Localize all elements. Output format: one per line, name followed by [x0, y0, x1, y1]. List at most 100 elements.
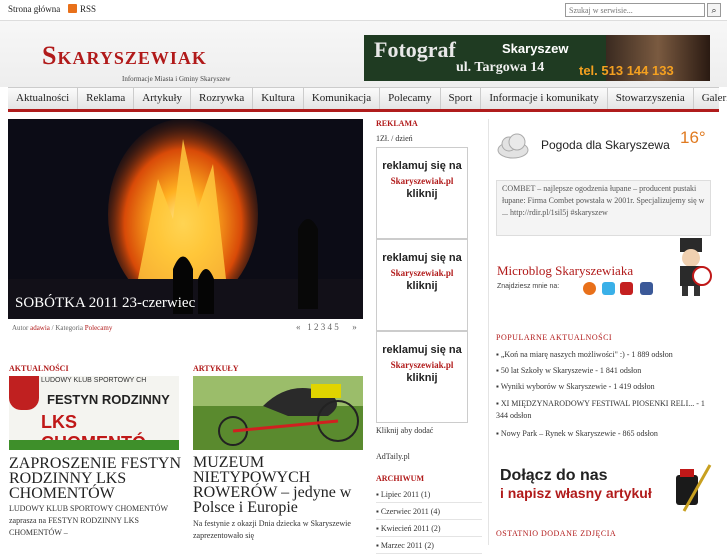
archive-item[interactable]: ▪ Czerwiec 2011 (4)	[376, 507, 482, 520]
rss-link[interactable]: RSS	[68, 4, 96, 14]
main-nav: Aktualności Reklama Artykuły Rozrywka Ku…	[8, 87, 727, 112]
featured-slider[interactable]: SOBÓTKA 2011 23-czerwiec	[8, 119, 363, 319]
pager-prev[interactable]: «	[296, 322, 301, 332]
banner-word: Fotograf	[374, 37, 456, 62]
thumb-mid: FESTYN RODZINNY	[47, 392, 170, 407]
artykuly-thumb[interactable]	[193, 376, 363, 450]
adtaily-link[interactable]: AdTaily.pl	[376, 452, 410, 461]
popular-label: Nowy Park – Rynek w Skaryszewie - 865 od…	[500, 429, 658, 438]
archive-item[interactable]: ▪ Marzec 2011 (2)	[376, 541, 482, 554]
mascot-icon	[680, 238, 712, 296]
nav-item-artykuly[interactable]: Artykuły	[134, 88, 192, 109]
ad-slot-3[interactable]: reklamuj się na Skaryszewiak.pl kliknij	[376, 331, 468, 423]
facebook-icon[interactable]	[640, 282, 653, 295]
thumb-stripe	[9, 440, 179, 450]
ad-line1: reklamuj się na	[382, 160, 462, 172]
archive-item[interactable]: ▪ Lipiec 2011 (1)	[376, 490, 482, 503]
aktualnosci-thumb[interactable]: LUDOWY KLUB SPORTOWY CH FESTYN RODZINNY …	[9, 376, 179, 450]
top-bar: Strona główna RSS ⌕	[0, 0, 727, 21]
cloud-icon	[497, 133, 529, 159]
section-reklama: REKLAMA	[376, 119, 418, 128]
banner-phone: tel. 513 144 133	[579, 63, 674, 78]
nav-item-galeria[interactable]: Galeria	[694, 88, 727, 109]
author-link[interactable]: adawia	[30, 324, 50, 332]
youtube-icon[interactable]	[620, 282, 633, 295]
category-label: Kategoria	[55, 324, 83, 332]
weather-temp: 16°	[680, 128, 706, 147]
weather-title: Pogoda dla Skaryszewa	[541, 138, 670, 152]
blip-icon[interactable]	[583, 282, 596, 295]
ad-brand: Skaryszewiak.pl	[390, 360, 454, 370]
nav-item-sport[interactable]: Sport	[441, 88, 482, 109]
archive-label: Kwiecień 2011 (2)	[380, 524, 441, 533]
search-icon: ⌕	[711, 5, 717, 15]
popular-label: Wyniki wyborów w Skaryszewie - 1 419 ods…	[500, 382, 655, 391]
banner-address: ul. Targowa 14	[456, 60, 545, 75]
microblog-title[interactable]: Microblog Skaryszewiaka	[497, 263, 633, 279]
ad-slot-2[interactable]: reklamuj się na Skaryszewiak.pl kliknij	[376, 239, 468, 331]
ad-brand: Skaryszewiak.pl	[390, 268, 454, 278]
join-line2: i napisz własny artykuł	[500, 485, 652, 501]
section-artykuly[interactable]: ARTYKUŁY	[193, 364, 239, 373]
thumb-top: LUDOWY KLUB SPORTOWY CH	[41, 377, 147, 384]
home-link[interactable]: Strona główna	[8, 4, 60, 14]
reklama-price: 1Zł. / dzień	[376, 134, 413, 143]
site-logo[interactable]: Skaryszewiak Informacje Miasta i Gminy S…	[12, 33, 262, 83]
archive-label: Lipiec 2011 (1)	[380, 490, 431, 499]
pager-next[interactable]: »	[352, 322, 357, 332]
category-link[interactable]: Polecamy	[85, 324, 113, 332]
section-aktualnosci[interactable]: AKTUALNOŚCI	[9, 364, 69, 373]
ink-pen-icon	[676, 464, 712, 512]
pager-1[interactable]: 1	[307, 322, 312, 332]
nav-item-aktualnosci[interactable]: Aktualności	[8, 88, 79, 109]
nav-item-polecamy[interactable]: Polecamy	[380, 88, 441, 109]
click-to-add-link[interactable]: Kliknij aby dodać	[376, 426, 433, 435]
ad-line3: kliknij	[406, 372, 438, 384]
twitter-icon[interactable]	[602, 282, 615, 295]
header-banner-ad[interactable]: Fotograf Skaryszew ul. Targowa 14 tel. 5…	[364, 35, 710, 81]
site-header: Skaryszewiak Informacje Miasta i Gminy S…	[0, 21, 727, 87]
logo-tagline: Informacje Miasta i Gminy Skaryszew	[122, 75, 231, 83]
pager-3[interactable]: 3	[321, 322, 326, 332]
bike-photo	[193, 376, 363, 450]
combet-ad-text[interactable]: COMBET – najlepsze ogodzenia łupane – pr…	[496, 180, 711, 236]
nav-item-rozrywka[interactable]: Rozrywka	[191, 88, 254, 109]
aktualnosci-excerpt: LUDOWY KLUB SPORTOWY CHOMENTÓW zaprasza …	[9, 504, 168, 537]
nav-item-reklama[interactable]: Reklama	[78, 88, 135, 109]
popular-item[interactable]: ▪ XI MIĘDZYNARODOWY FESTIWAL PIOSENKI RE…	[496, 398, 716, 422]
ad-line1: reklamuj się na	[382, 252, 462, 264]
popular-item[interactable]: ▪ Nowy Park – Rynek w Skaryszewie - 865 …	[496, 428, 716, 440]
rss-icon	[68, 4, 77, 13]
join-us-banner[interactable]: Dołącz do nas i napisz własny artykuł	[496, 461, 716, 519]
pager-5[interactable]: 5	[334, 322, 339, 332]
popular-item[interactable]: ▪ 50 lat Szkoły w Skaryszewie - 1 841 od…	[496, 365, 716, 377]
aktualnosci-headline[interactable]: ZAPROSZENIE FESTYN RODZINNY LKS CHOMENTÓ…	[9, 456, 184, 502]
ad-line1: reklamuj się na	[382, 344, 462, 356]
section-popularne: POPULARNE AKTUALNOŚCI	[496, 333, 613, 342]
nav-item-informacje[interactable]: Informacje i komunikaty	[481, 88, 608, 109]
archive-item[interactable]: ▪ Kwiecień 2011 (2)	[376, 524, 482, 537]
search-input[interactable]	[565, 3, 705, 17]
column-divider	[488, 119, 489, 545]
pager-4[interactable]: 4	[328, 322, 333, 332]
search-button[interactable]: ⌕	[707, 3, 721, 17]
artykuly-headline[interactable]: MUZEUM NIETYPOWYCH ROWERÓW – jedyne w Po…	[193, 455, 363, 516]
archive-label: Marzec 2011 (2)	[380, 541, 434, 550]
pager-2[interactable]: 2	[314, 322, 319, 332]
slider-caption[interactable]: SOBÓTKA 2011 23-czerwiec	[15, 295, 195, 312]
club-crest	[9, 376, 39, 410]
nav-item-stowarzyszenia[interactable]: Stowarzyszenia	[608, 88, 694, 109]
author-label: Autor	[12, 324, 29, 332]
nav-item-komunikacja[interactable]: Komunikacja	[304, 88, 381, 109]
section-archiwum: ARCHIWUM	[376, 474, 424, 483]
ad-brand: Skaryszewiak.pl	[390, 176, 454, 186]
nav-item-kultura[interactable]: Kultura	[253, 88, 304, 109]
logo-name: Skaryszewiak	[42, 41, 207, 70]
join-line1: Dołącz do nas	[500, 467, 608, 484]
ad-slot-1[interactable]: reklamuj się na Skaryszewiak.pl kliknij	[376, 147, 468, 239]
popular-item[interactable]: ▪ Wyniki wyborów w Skaryszewie - 1 419 o…	[496, 381, 716, 393]
popular-item[interactable]: ▪ „Koń na miarę naszych możliwości" :) -…	[496, 349, 716, 361]
artykuly-excerpt: Na festynie z okazji Dnia dziecka w Skar…	[193, 519, 351, 540]
popular-label: XI MIĘDZYNARODOWY FESTIWAL PIOSENKI RELI…	[496, 399, 705, 420]
section-last-photos: OSTATNIO DODANE ZDJĘCIA	[496, 529, 617, 538]
